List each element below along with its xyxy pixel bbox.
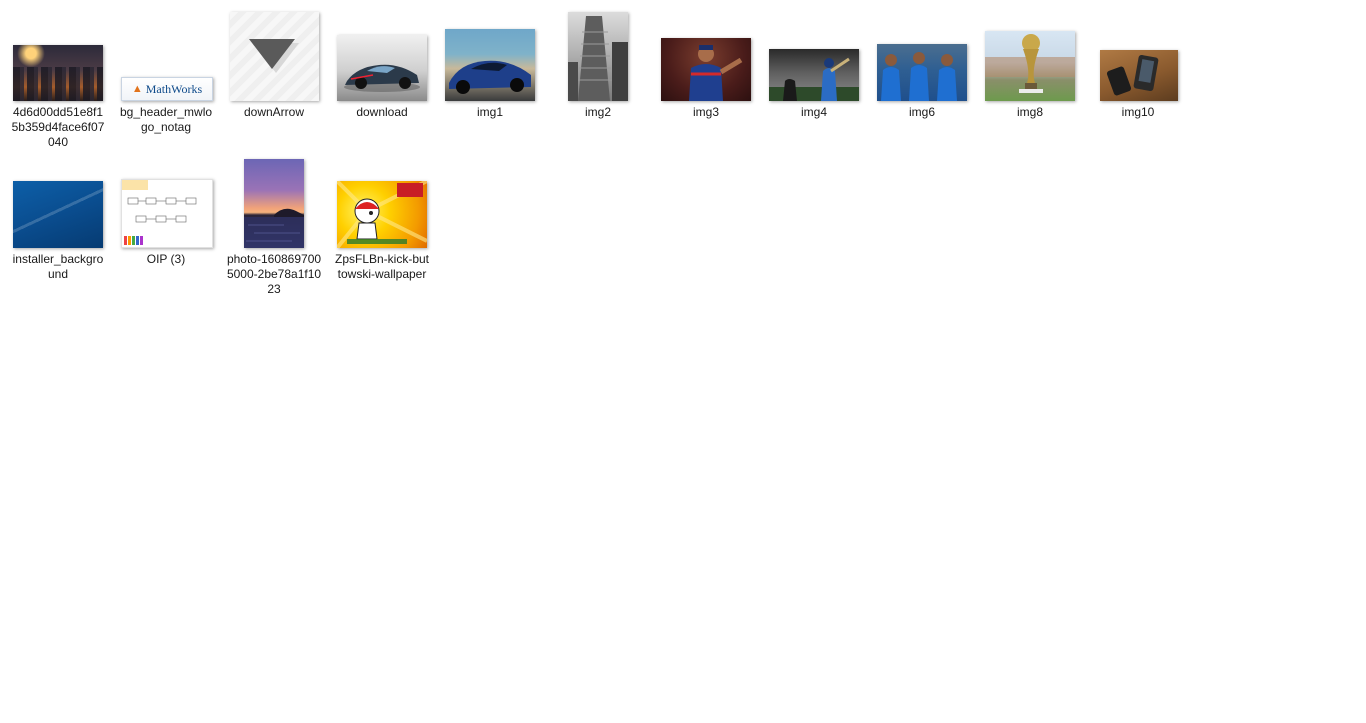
file-name: download (356, 105, 408, 119)
file-name: img2 (584, 105, 611, 119)
file-item[interactable]: img2 (548, 8, 648, 120)
file-explorer-view: 4d6d00dd51e8f15b359d4face6f07040 ▲ MathW… (0, 0, 1366, 723)
diagram-thumbnail-icon (121, 179, 213, 248)
sunset-thumbnail-icon (244, 159, 304, 248)
file-name: ZpsFLBn-kick-buttowski-wallpaper (334, 252, 430, 281)
file-name: OIP (3) (146, 252, 186, 266)
file-item[interactable]: installer_background (8, 155, 108, 282)
file-item[interactable]: photo-1608697005000-2be78a1f1023 (224, 155, 324, 297)
file-name: img6 (908, 105, 935, 119)
file-item[interactable]: ZpsFLBn-kick-buttowski-wallpaper (332, 155, 432, 282)
cricket-batsman-thumbnail-icon (769, 49, 859, 101)
down-arrow-icon (248, 38, 299, 73)
cartoon-wallpaper-thumbnail-icon (337, 181, 427, 248)
file-name: img8 (1016, 105, 1043, 119)
file-name: img1 (476, 105, 503, 119)
world-cup-trophy-thumbnail-icon (985, 31, 1075, 101)
membrane-logo-icon: ▲ (131, 83, 143, 95)
file-item[interactable]: img3 (656, 8, 756, 120)
sports-car-thumbnail-icon (337, 35, 427, 101)
file-item[interactable]: img4 (764, 8, 864, 120)
file-item[interactable]: 4d6d00dd51e8f15b359d4face6f07040 (8, 8, 108, 150)
blue-background-thumbnail-icon (13, 181, 103, 248)
file-name: installer_background (12, 252, 104, 281)
file-item[interactable]: downArrow (224, 8, 324, 120)
file-name: 4d6d00dd51e8f15b359d4face6f07040 (11, 105, 105, 149)
mathworks-logo-thumbnail-icon: ▲ MathWorks (121, 77, 213, 101)
file-name: downArrow (243, 105, 305, 119)
building-thumbnail-icon (568, 12, 628, 101)
file-name: bg_header_mwlogo_notag (119, 105, 213, 134)
logo-text: MathWorks (145, 81, 203, 96)
file-item[interactable]: img6 (872, 8, 972, 120)
file-name: photo-1608697005000-2be78a1f1023 (226, 252, 322, 296)
file-item[interactable]: OIP (3) (116, 155, 216, 267)
file-name: img4 (800, 105, 827, 119)
blue-sports-car-thumbnail-icon (445, 29, 535, 101)
file-item[interactable]: img8 (980, 8, 1080, 120)
smartphones-thumbnail-icon (1100, 50, 1178, 101)
city-night-thumbnail-icon (13, 45, 103, 101)
down-arrow-thumbnail-icon (230, 12, 319, 101)
file-item[interactable]: ▲ MathWorks bg_header_mwlogo_notag (116, 8, 216, 135)
cricket-player-thumbnail-icon (661, 38, 751, 101)
file-item[interactable]: img1 (440, 8, 540, 120)
file-item[interactable]: download (332, 8, 432, 120)
cricket-team-thumbnail-icon (877, 44, 967, 101)
file-name: img10 (1121, 105, 1155, 119)
file-name: img3 (692, 105, 719, 119)
file-item[interactable]: img10 (1088, 8, 1188, 120)
